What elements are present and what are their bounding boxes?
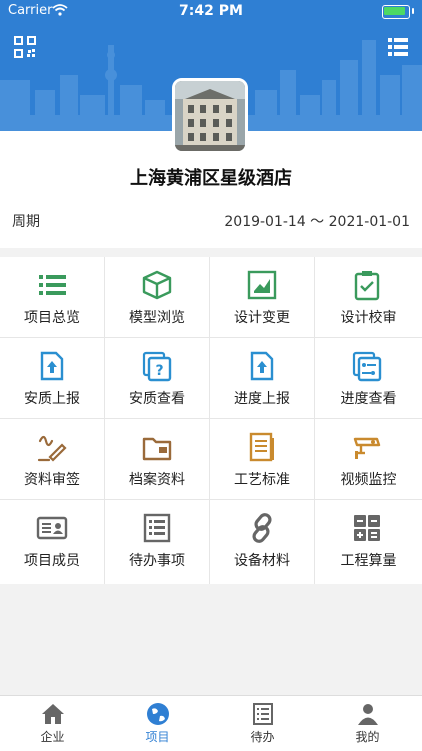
- tab-label: 我的: [355, 730, 380, 744]
- document-icon: [249, 432, 274, 462]
- grid-item-safety-report[interactable]: 安质上报: [0, 338, 105, 419]
- grid-item-label: 进度上报: [234, 391, 290, 407]
- folder-icon: [142, 437, 172, 461]
- grid-item-label: 设计校审: [340, 310, 397, 326]
- grid-item-label: 安质查看: [129, 391, 185, 407]
- signature-icon: [37, 435, 67, 462]
- battery-tip: [412, 8, 414, 14]
- clock: 7:42 PM: [179, 3, 243, 19]
- clipboard-check-icon: [354, 271, 380, 301]
- grid-item-progress-view[interactable]: 进度查看: [315, 338, 422, 419]
- grid-item-label: 模型浏览: [129, 310, 185, 326]
- grid-item-process-standard[interactable]: 工艺标准: [210, 419, 315, 500]
- grid-item-design-change[interactable]: 设计变更: [210, 257, 315, 338]
- doc-question-icon: ?: [142, 351, 172, 382]
- globe-icon: [147, 703, 169, 725]
- todo-list-icon: [143, 513, 171, 543]
- grid-item-label: 项目总览: [24, 310, 80, 326]
- grid-item-label: 项目成员: [24, 553, 80, 569]
- period-label: 周期: [12, 214, 40, 230]
- user-icon: [358, 704, 378, 725]
- cube-icon: [142, 270, 172, 300]
- link-icon: [252, 513, 272, 543]
- grid-item-design-review[interactable]: 设计校审: [315, 257, 422, 338]
- svg-text:?: ?: [155, 363, 163, 379]
- grid-item-label: 设备材料: [234, 553, 290, 569]
- grid-item-progress-report[interactable]: 进度上报: [210, 338, 315, 419]
- grid-item-label: 安质上报: [24, 391, 80, 407]
- grid-item-equipment-materials[interactable]: 设备材料: [210, 500, 315, 584]
- tab-mine[interactable]: 我的: [315, 696, 420, 751]
- grid-item-label: 档案资料: [129, 472, 185, 488]
- grid-item-todo-items[interactable]: 待办事项: [105, 500, 210, 584]
- tab-label: 企业: [40, 730, 65, 744]
- status-bar: Carrier 7:42 PM: [0, 0, 422, 22]
- project-photo: [172, 78, 248, 154]
- period-value: 2019-01-14 ～ 2021-01-01: [224, 214, 410, 230]
- grid-item-label: 工艺标准: [234, 472, 290, 488]
- calculator-icon: [354, 515, 380, 541]
- grid-item-label: 工程算量: [340, 553, 397, 569]
- grid-item-label: 待办事项: [129, 553, 185, 569]
- tab-project[interactable]: 项目: [105, 696, 210, 751]
- todo-icon: [253, 703, 273, 725]
- grid-item-video-monitor[interactable]: 视频监控: [315, 419, 422, 500]
- image-edit-icon: [247, 270, 277, 300]
- grid-item-document-signing[interactable]: 资料审签: [0, 419, 105, 500]
- doc-upload-icon: [250, 351, 274, 381]
- doc-progress-icon: [352, 351, 382, 382]
- camera-icon: [353, 437, 381, 459]
- list-icon: [39, 275, 66, 295]
- grid-item-project-overview[interactable]: 项目总览: [0, 257, 105, 338]
- tab-enterprise[interactable]: 企业: [0, 696, 105, 751]
- tab-label: 项目: [145, 730, 170, 744]
- qr-code-icon[interactable]: [14, 36, 36, 58]
- tab-label: 待办: [250, 730, 275, 744]
- menu-list-icon[interactable]: [388, 38, 408, 56]
- doc-upload-icon: [40, 351, 64, 381]
- id-card-icon: [36, 516, 68, 540]
- grid-item-archives[interactable]: 档案资料: [105, 419, 210, 500]
- bottom-tab-bar: 企业 项目 待办 我的: [0, 695, 422, 751]
- grid-item-quantity-survey[interactable]: 工程算量: [315, 500, 422, 584]
- grid-item-label: 设计变更: [234, 310, 290, 326]
- function-grid: 项目总览 模型浏览 设计变更 设计校审 安质上报 ? 安质查看 进度上报 进度查…: [0, 257, 422, 584]
- grid-item-safety-view[interactable]: ? 安质查看: [105, 338, 210, 419]
- grid-item-project-members[interactable]: 项目成员: [0, 500, 105, 584]
- home-icon: [42, 704, 64, 724]
- battery-icon: [382, 5, 410, 19]
- project-title: 上海黄浦区星级酒店: [130, 168, 292, 189]
- grid-item-label: 视频监控: [340, 472, 397, 488]
- grid-item-model-browse[interactable]: 模型浏览: [105, 257, 210, 338]
- tab-todo[interactable]: 待办: [210, 696, 315, 751]
- grid-item-label: 资料审签: [24, 472, 80, 488]
- grid-item-label: 进度查看: [340, 391, 397, 407]
